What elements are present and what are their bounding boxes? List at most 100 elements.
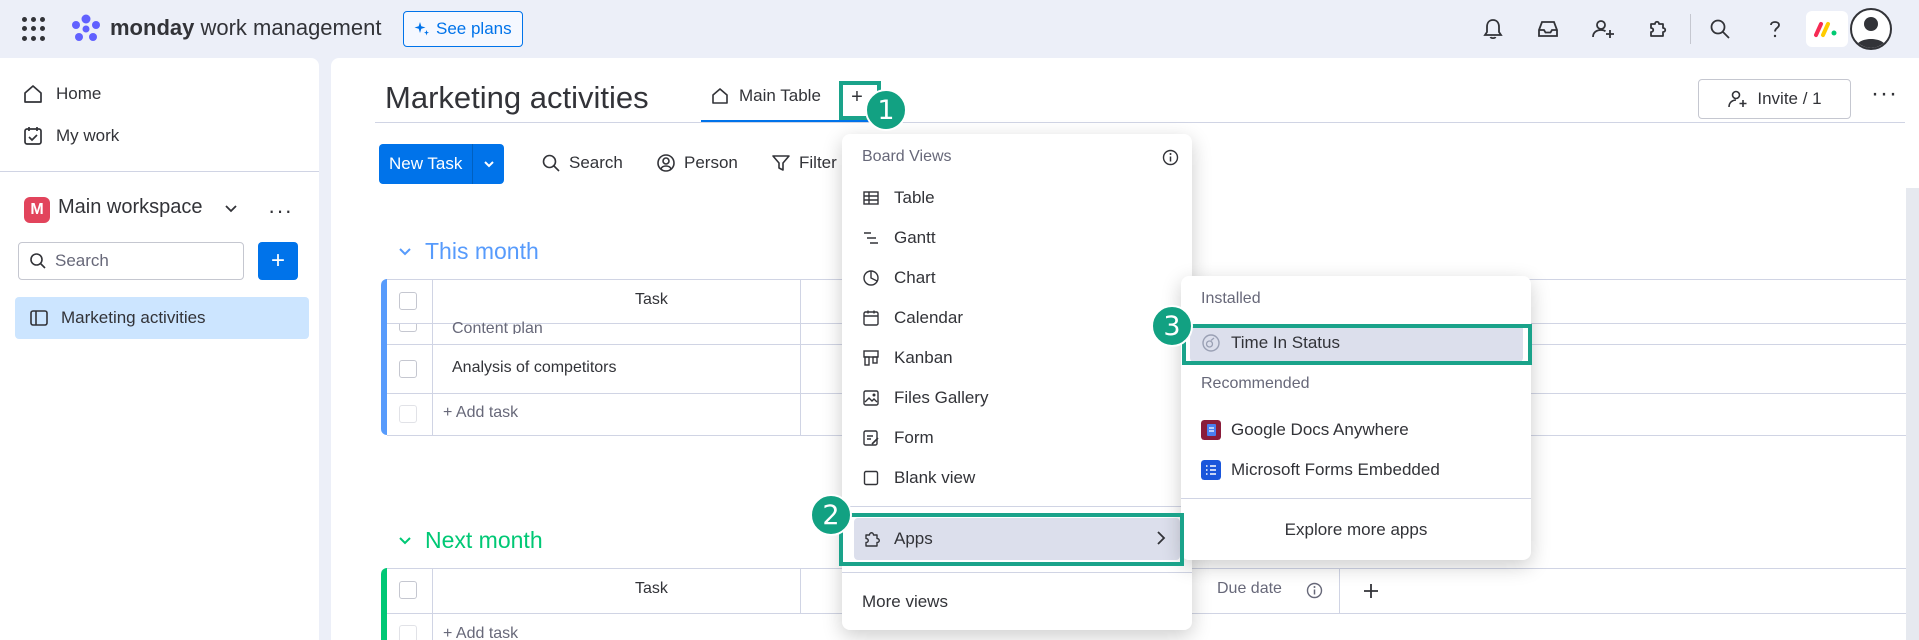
info-icon[interactable] xyxy=(1162,149,1179,166)
add-column-icon[interactable] xyxy=(1361,581,1381,601)
column-divider xyxy=(1339,569,1340,613)
menu-header: Board Views xyxy=(862,148,952,165)
explore-more-apps-link[interactable]: Explore more apps xyxy=(1181,520,1531,540)
add-task-checkbox xyxy=(399,405,417,423)
scrollbar[interactable] xyxy=(1906,188,1919,640)
person-tool[interactable]: Person xyxy=(656,153,738,173)
google-docs-anywhere-icon xyxy=(1201,420,1221,440)
view-item-form[interactable]: Form xyxy=(862,428,934,448)
apps-grid-icon[interactable] xyxy=(22,17,46,41)
row-checkbox[interactable] xyxy=(399,324,417,332)
step-badge-1: 1 xyxy=(865,89,907,131)
sidebar-item-home[interactable]: Home xyxy=(22,83,101,105)
add-task-row[interactable]: + Add task xyxy=(443,404,518,422)
workspace-title[interactable]: Main workspace xyxy=(58,196,203,219)
see-plans-button[interactable]: See plans xyxy=(403,11,523,47)
monday-products-icon[interactable] xyxy=(1806,11,1848,47)
group-this-month[interactable]: This month xyxy=(397,238,539,265)
help-icon[interactable] xyxy=(1761,15,1789,43)
add-item-button[interactable]: + xyxy=(258,242,298,280)
view-item-files-gallery[interactable]: Files Gallery xyxy=(862,388,988,408)
form-icon xyxy=(863,430,879,446)
filter-tool[interactable]: Filter xyxy=(771,153,837,173)
view-item-kanban[interactable]: Kanban xyxy=(862,348,953,368)
home-icon xyxy=(712,88,728,104)
sidebar-item-label: Marketing activities xyxy=(61,308,206,327)
bell-icon[interactable] xyxy=(1479,15,1507,43)
row-checkbox[interactable] xyxy=(399,360,417,378)
calendar-check-icon xyxy=(24,127,42,145)
menu-item-label: Table xyxy=(894,188,935,207)
column-divider xyxy=(432,569,433,640)
menu-item-more-views[interactable]: More views xyxy=(862,592,948,612)
row-task-name[interactable]: Content plan xyxy=(452,320,543,334)
menu-item-label: Google Docs Anywhere xyxy=(1231,420,1409,439)
search-placeholder: Search xyxy=(55,251,109,270)
kanban-icon xyxy=(863,350,879,366)
view-item-blank-view[interactable]: Blank view xyxy=(862,468,975,488)
board-more-icon[interactable]: ··· xyxy=(1871,80,1898,108)
topbar-separator xyxy=(1690,14,1691,44)
tab-label: Main Table xyxy=(739,86,821,105)
chevron-down-icon[interactable] xyxy=(397,533,413,549)
info-icon[interactable] xyxy=(1306,582,1323,599)
table-icon xyxy=(863,191,879,205)
tool-label: Filter xyxy=(799,153,837,172)
chevron-down-icon[interactable] xyxy=(222,200,240,218)
gantt-icon xyxy=(864,232,878,244)
row-task-name[interactable]: Analysis of competitors xyxy=(452,359,617,377)
home-icon xyxy=(24,85,42,103)
board-icon xyxy=(30,310,48,326)
invite-user-icon xyxy=(1728,90,1747,108)
tab-divider xyxy=(375,122,1905,123)
sidebar-item-board[interactable]: Marketing activities xyxy=(15,297,309,339)
search-icon[interactable] xyxy=(1706,15,1734,43)
column-header-task: Task xyxy=(635,580,668,597)
sidebar-item-label: Home xyxy=(56,84,102,103)
view-item-gantt[interactable]: Gantt xyxy=(862,228,936,248)
board-title[interactable]: Marketing activities xyxy=(385,80,649,116)
workspace-more-icon[interactable]: ··· xyxy=(268,198,293,224)
sidebar-item-label: My work xyxy=(56,126,120,145)
invite-user-icon[interactable] xyxy=(1589,15,1617,43)
tab-main-table[interactable]: Main Table xyxy=(711,86,821,106)
avatar[interactable] xyxy=(1850,8,1892,50)
search-icon xyxy=(30,253,46,269)
menu-item-label: More views xyxy=(862,592,948,611)
highlight-apps xyxy=(839,513,1184,566)
tool-label: Search xyxy=(569,153,623,172)
sidebar-divider xyxy=(0,171,319,172)
view-item-chart[interactable]: Chart xyxy=(862,268,936,288)
highlight-time-in-status xyxy=(1182,324,1532,365)
blank-view-icon xyxy=(863,470,879,486)
sidebar-item-my-work[interactable]: My work xyxy=(22,125,119,147)
menu-item-label: Blank view xyxy=(894,468,976,487)
group-next-month[interactable]: Next month xyxy=(397,527,543,554)
app-item-google-docs-anywhere[interactable]: Google Docs Anywhere xyxy=(1201,420,1409,440)
step-badge-2: 2 xyxy=(810,494,852,536)
view-item-calendar[interactable]: Calendar xyxy=(862,308,963,328)
inbox-icon[interactable] xyxy=(1534,15,1562,43)
chevron-down-icon[interactable] xyxy=(397,244,413,260)
invite-button[interactable]: Invite / 1 xyxy=(1698,79,1851,119)
tool-label: Person xyxy=(684,153,738,172)
menu-divider xyxy=(1181,498,1531,499)
see-plans-label: See plans xyxy=(436,19,512,38)
puzzle-icon[interactable] xyxy=(1644,15,1672,43)
menu-divider xyxy=(842,506,1192,507)
search-tool[interactable]: Search xyxy=(541,153,623,173)
filter-icon xyxy=(772,155,790,171)
select-all-checkbox[interactable] xyxy=(399,292,417,310)
add-task-row[interactable]: + Add task xyxy=(443,625,518,640)
sidebar-search-input[interactable]: Search xyxy=(18,242,244,280)
chevron-down-icon[interactable] xyxy=(472,144,505,184)
add-task-checkbox xyxy=(399,625,417,640)
view-item-table[interactable]: Table xyxy=(862,188,935,208)
column-header-due-date: Due date xyxy=(1217,580,1282,597)
group-title: Next month xyxy=(425,527,543,553)
menu-item-label: Gantt xyxy=(894,228,936,247)
new-task-button[interactable]: New Task xyxy=(379,144,505,184)
new-task-label[interactable]: New Task xyxy=(379,144,473,184)
select-all-checkbox[interactable] xyxy=(399,581,417,599)
app-item-microsoft-forms-embedded[interactable]: Microsoft Forms Embedded xyxy=(1201,460,1440,480)
